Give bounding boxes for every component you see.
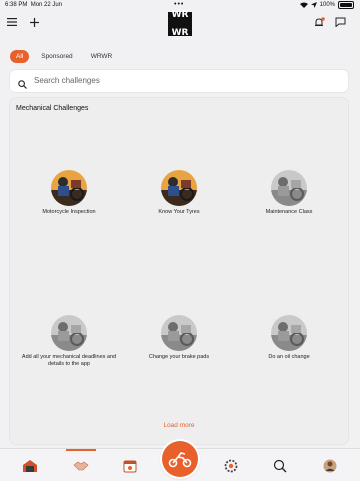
challenge-item[interactable]: Change your brake pads	[124, 315, 234, 361]
search-bar[interactable]: Search challenges	[10, 70, 348, 92]
challenge-label: Change your brake pads	[148, 354, 210, 360]
logo-line-1: WR	[171, 9, 189, 20]
ride-action-button[interactable]	[162, 441, 198, 477]
status-time: 6:38 PM Mon 22 Jun	[5, 2, 62, 8]
challenge-thumbnail	[161, 170, 197, 206]
status-date-text: Mon 22 Jun	[30, 2, 63, 8]
multitask-dots-icon[interactable]: •••	[174, 1, 184, 8]
battery-percent: 100%	[319, 2, 335, 8]
challenge-label: Add all your mechanical deadlines and de…	[21, 354, 117, 367]
section-title: Mechanical Challenges	[16, 105, 89, 112]
motorcycle-icon	[168, 452, 192, 468]
status-time-text: 6:38 PM	[5, 2, 28, 8]
profile-avatar-icon[interactable]	[321, 458, 339, 474]
calendar-icon[interactable]	[121, 458, 139, 474]
status-bar: 6:38 PM Mon 22 Jun ••• 100%	[0, 0, 360, 10]
garage-icon[interactable]	[21, 458, 39, 474]
wrwr-logo[interactable]: WR WR	[168, 9, 192, 38]
search-icon	[18, 76, 27, 94]
tab-sponsored[interactable]: Sponsored	[35, 50, 78, 63]
tab-all[interactable]: All	[10, 50, 30, 63]
challenge-label: Motorcycle Inspection	[42, 209, 96, 215]
challenge-label: Maintenance Class	[265, 209, 313, 215]
challenge-thumbnail	[271, 315, 307, 351]
challenge-item[interactable]: Motorcycle Inspection	[14, 170, 124, 216]
challenge-thumbnail	[161, 315, 197, 351]
handshake-icon[interactable]	[72, 458, 90, 474]
mechanical-challenges-card: Mechanical Challenges Motorcycle Inspect…	[10, 98, 348, 444]
challenge-item[interactable]: Do an oil change	[234, 315, 344, 361]
challenge-thumbnail	[271, 170, 307, 206]
challenge-thumbnail	[51, 315, 87, 351]
menu-icon[interactable]	[6, 16, 18, 28]
location-icon	[310, 2, 317, 8]
wifi-icon	[299, 2, 308, 8]
add-icon[interactable]	[28, 16, 40, 28]
filter-tabs: All Sponsored WRWR	[10, 50, 118, 63]
tab-wrwr[interactable]: WRWR	[85, 50, 119, 63]
active-tab-indicator	[66, 449, 96, 451]
challenge-label: Know Your Tyres	[158, 209, 200, 215]
search-placeholder: Search challenges	[34, 76, 100, 85]
settings-gear-icon[interactable]	[222, 458, 240, 474]
notifications-bell-icon[interactable]	[313, 16, 325, 28]
load-more-button[interactable]: Load more	[10, 422, 348, 429]
logo-line-2: WR	[171, 27, 189, 38]
challenge-item[interactable]: Add all your mechanical deadlines and de…	[14, 315, 124, 368]
search-nav-icon[interactable]	[271, 458, 289, 474]
messages-icon[interactable]	[334, 16, 346, 28]
challenge-label: Do an oil change	[268, 354, 310, 360]
battery-icon	[338, 1, 354, 9]
challenge-thumbnail	[51, 170, 87, 206]
challenge-item[interactable]: Know Your Tyres	[124, 170, 234, 216]
status-right: 100%	[299, 1, 354, 9]
challenge-item[interactable]: Maintenance Class	[234, 170, 344, 216]
